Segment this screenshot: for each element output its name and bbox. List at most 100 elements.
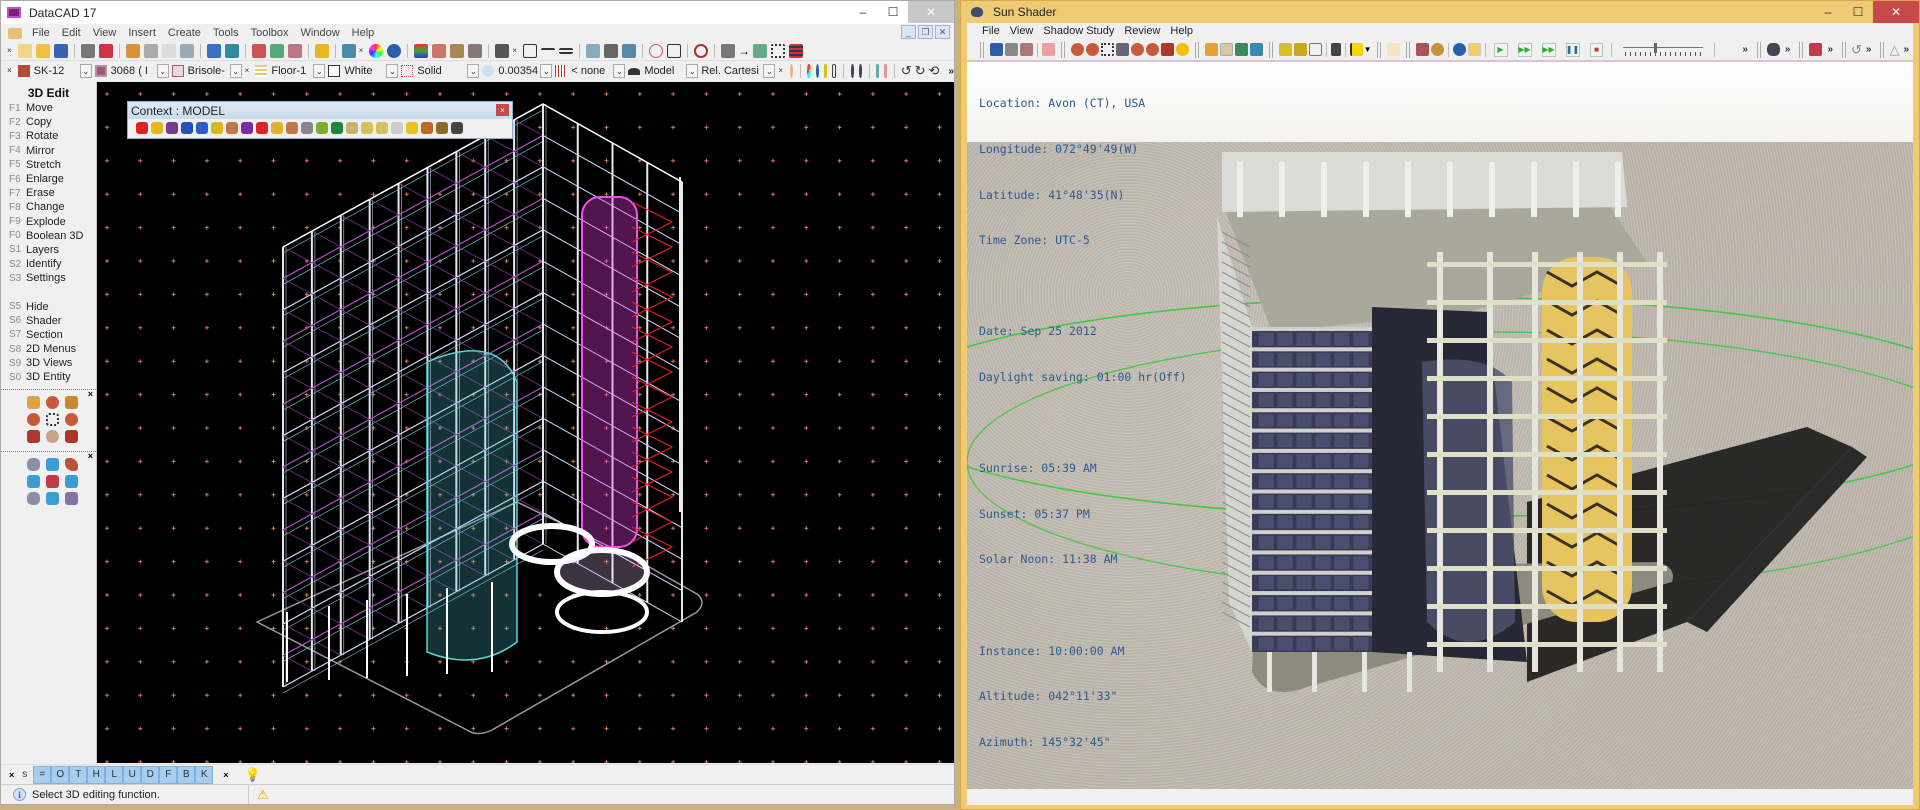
stop-icon[interactable]: ■ (1589, 42, 1604, 57)
toolbar-grip[interactable]: × (512, 47, 517, 55)
function-item-move[interactable]: F1 Move (1, 101, 96, 115)
column-icon[interactable] (1330, 43, 1341, 56)
hatch-combo[interactable]: < none ⌄ (555, 63, 626, 80)
view-key-3[interactable]: H (87, 765, 106, 784)
zoom-window-icon[interactable] (65, 491, 78, 505)
zoom-extents-icon[interactable] (46, 412, 59, 426)
menu-edit[interactable]: Edit (56, 27, 87, 39)
minimize-button[interactable]: – (1813, 1, 1843, 23)
slider-thumb[interactable] (1653, 42, 1657, 53)
print-icon[interactable] (1004, 43, 1018, 56)
toolbar-grip[interactable]: × (778, 67, 783, 75)
head-left-icon[interactable] (27, 412, 40, 426)
line-type-combo[interactable]: Solid ⌄ (401, 63, 480, 80)
slab-tilt-icon[interactable] (271, 122, 283, 134)
undo-icon[interactable] (206, 44, 221, 58)
context-close-button[interactable]: × (496, 104, 509, 116)
shade-icon[interactable] (858, 64, 862, 78)
orbit-right-icon[interactable]: ↻ (915, 63, 926, 79)
toolbar-grip[interactable]: × (245, 67, 250, 75)
toolbar-grip[interactable] (980, 41, 984, 58)
keybar-close-button[interactable]: × (9, 770, 14, 780)
menu-review[interactable]: Review (1119, 25, 1165, 37)
function-item-explode[interactable]: F9 Explode (1, 215, 96, 229)
function-item-hide[interactable]: S5 Hide (1, 299, 96, 313)
home-icon[interactable] (1204, 43, 1218, 56)
menu-view[interactable]: View (1005, 25, 1039, 37)
function-item-shader[interactable]: S6 Shader (1, 314, 96, 328)
walk-icon[interactable]: ⟲ (929, 63, 940, 79)
toolbar-grip[interactable] (1060, 41, 1065, 58)
chevron-down-icon[interactable]: ⌄ (156, 64, 169, 78)
mdi-minimize-button[interactable]: _ (901, 25, 916, 39)
copy-icon[interactable] (161, 44, 176, 58)
mirror-icon[interactable] (391, 122, 403, 134)
view-key-2[interactable]: T (69, 765, 88, 784)
prism-icon[interactable] (316, 122, 328, 134)
menu-insert[interactable]: Insert (122, 27, 162, 39)
door-style-combo[interactable]: 3068 ( I ⌄ (94, 63, 169, 80)
pan-right-icon[interactable] (65, 474, 78, 488)
expand-icon[interactable] (46, 474, 59, 488)
zoom-out-icon[interactable] (27, 491, 40, 505)
save-icon[interactable] (990, 43, 1003, 56)
3d-view-icon[interactable] (251, 44, 266, 58)
function-item-enlarge[interactable]: F6 Enlarge (1, 172, 96, 186)
maximize-button[interactable]: ☐ (1843, 1, 1873, 23)
function-item-3d-views[interactable]: S9 3D Views (1, 356, 96, 370)
palette-close-button[interactable]: × (88, 451, 93, 461)
solid-cube-icon[interactable] (823, 64, 827, 78)
function-item-layers[interactable]: S1 Layers (1, 243, 96, 257)
shaded-cube-icon[interactable] (1293, 43, 1307, 56)
fit-icon[interactable] (1115, 43, 1129, 56)
notes-icon[interactable] (1386, 43, 1400, 56)
color-wheel-icon[interactable] (807, 64, 811, 78)
toolbar-grip[interactable]: × (7, 67, 12, 75)
toolbar-grip[interactable] (1405, 41, 1410, 58)
menu-view[interactable]: View (87, 27, 123, 39)
chevron-down-icon[interactable]: ⌄ (467, 64, 480, 78)
warning-icon[interactable]: ⚠ (257, 787, 269, 803)
rotate-view-icon[interactable] (790, 64, 794, 78)
box-icon[interactable] (151, 122, 163, 134)
copy-layer-icon[interactable] (884, 64, 888, 78)
house-right-icon[interactable] (65, 429, 78, 443)
function-item-copy[interactable]: F2 Copy (1, 115, 96, 129)
wire-cube-icon[interactable] (1308, 43, 1322, 56)
minimize-button[interactable]: – (848, 1, 878, 23)
globe-icon[interactable] (1452, 43, 1466, 56)
menu-create[interactable]: Create (162, 27, 207, 39)
bomb-icon[interactable] (451, 122, 463, 134)
toolbar-grip[interactable]: × (223, 770, 228, 780)
close-button[interactable]: ✕ (1873, 1, 1919, 23)
new-file-icon[interactable] (17, 44, 32, 58)
orbit-left-icon[interactable]: ↺ (901, 63, 912, 79)
toolbar-grip[interactable] (1756, 41, 1761, 58)
circle-icon[interactable] (649, 44, 664, 58)
head-right-icon[interactable] (1145, 43, 1159, 56)
dimension-icon[interactable] (604, 44, 619, 58)
mdi-close-button[interactable]: ✕ (935, 25, 950, 39)
toolbar-overflow-icon[interactable]: » (948, 66, 954, 77)
function-item-section[interactable]: S7 Section (1, 328, 96, 342)
chevron-down-icon[interactable]: ⌄ (229, 64, 242, 78)
rectangle-icon[interactable] (667, 44, 682, 58)
solid-cube-icon[interactable] (1278, 43, 1292, 56)
function-item-identify[interactable]: S2 Identify (1, 257, 96, 271)
toolbar-overflow-icon[interactable]: » (1866, 44, 1872, 55)
chevron-down-icon[interactable]: ⌄ (686, 64, 699, 78)
clipboard-icon[interactable] (125, 44, 140, 58)
toolbar-overflow-icon[interactable]: » (1785, 44, 1791, 55)
color-wheel-icon[interactable] (369, 44, 384, 58)
triangle-icon[interactable]: △ (1889, 42, 1899, 58)
mesh-icon[interactable] (331, 122, 343, 134)
menu-toolbox[interactable]: Toolbox (245, 27, 295, 39)
view-key-6[interactable]: D (141, 765, 160, 784)
menu-help[interactable]: Help (346, 27, 381, 39)
wire-cube-icon[interactable] (831, 64, 837, 78)
function-item-settings[interactable]: S3 Settings (1, 271, 96, 285)
sunglasses-icon[interactable] (1175, 43, 1189, 56)
view-key-1[interactable]: O (51, 765, 70, 784)
pan-down-icon[interactable] (46, 491, 59, 505)
sun-icon[interactable] (1467, 43, 1481, 56)
